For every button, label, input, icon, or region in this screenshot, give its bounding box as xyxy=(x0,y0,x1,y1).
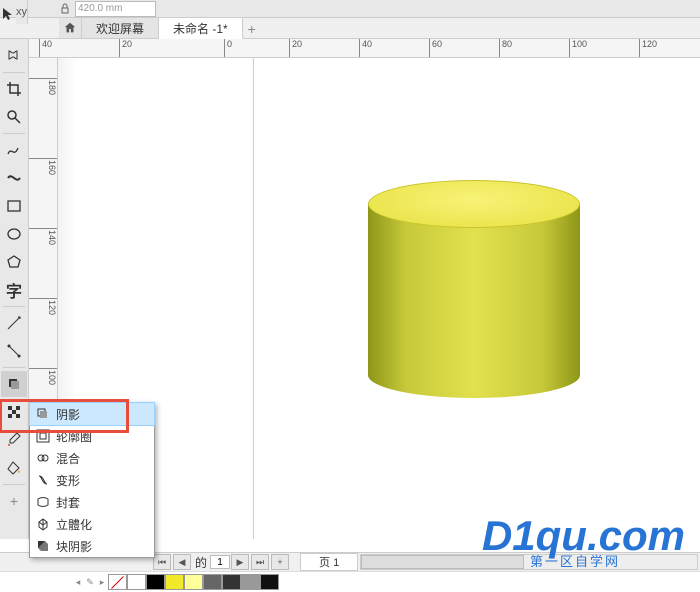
swatch-2[interactable] xyxy=(165,574,184,590)
cylinder-bottom xyxy=(368,352,580,398)
page-first-button[interactable]: ⏮ xyxy=(153,554,171,570)
swatch-6[interactable] xyxy=(241,574,260,590)
page-width-input[interactable] xyxy=(75,1,156,17)
swatch-none[interactable] xyxy=(108,574,127,590)
swatch-5[interactable] xyxy=(222,574,241,590)
transparency-tool[interactable] xyxy=(1,399,27,425)
eyedropper-tool[interactable] xyxy=(1,427,27,453)
home-button[interactable] xyxy=(59,18,82,38)
page-prev-button[interactable]: ◀ xyxy=(173,554,191,570)
flyout-envelope[interactable]: 封套 xyxy=(30,491,154,513)
xy-origin-label: xy xyxy=(16,0,28,24)
artistic-media-tool[interactable] xyxy=(1,165,27,191)
flyout-extrude[interactable]: 立體化 xyxy=(30,513,154,535)
page-edge xyxy=(253,58,254,539)
page-of-label: 的 xyxy=(195,554,207,571)
swatch-7[interactable] xyxy=(260,574,279,590)
freehand-pick-tool[interactable] xyxy=(1,43,27,69)
watermark: D1qu.com 第一区自学网 xyxy=(482,519,685,570)
page-number-input[interactable] xyxy=(210,555,230,569)
swatch-0[interactable] xyxy=(127,574,146,590)
page-last-button[interactable]: ⏭ xyxy=(251,554,269,570)
swatch-1[interactable] xyxy=(146,574,165,590)
page-next-button[interactable]: ▶ xyxy=(231,554,249,570)
palette-next[interactable]: ▸ xyxy=(96,577,108,588)
crop-tool[interactable] xyxy=(1,76,27,102)
connector-tool[interactable] xyxy=(1,338,27,364)
toolbox: 字 + xyxy=(0,39,29,539)
palette-prev[interactable]: ◂ xyxy=(72,577,84,588)
flyout-distort[interactable]: 变形 xyxy=(30,469,154,491)
flyout-blend[interactable]: 混合 xyxy=(30,447,154,469)
text-tool[interactable]: 字 xyxy=(1,277,27,303)
pick-tool[interactable] xyxy=(0,1,16,27)
options-tool[interactable]: + xyxy=(1,488,27,514)
freehand-tool[interactable] xyxy=(1,137,27,163)
lock-icon xyxy=(59,3,71,15)
tab-document[interactable]: 未命名 -1* xyxy=(159,18,243,39)
flyout-contour[interactable]: 轮廓圈 xyxy=(30,425,154,447)
flyout-shadow[interactable]: 阴影 xyxy=(30,403,154,425)
dimension-tool[interactable] xyxy=(1,310,27,336)
effects-flyout: 阴影 轮廓圈 混合 变形 封套 立體化 块阴影 xyxy=(29,402,155,558)
zoom-tool[interactable] xyxy=(1,104,27,130)
flyout-block-shadow[interactable]: 块阴影 xyxy=(30,535,154,557)
color-palette: ◂ ✎ ▸ xyxy=(0,571,700,592)
polygon-tool[interactable] xyxy=(1,249,27,275)
document-tabs: 欢迎屏幕 未命名 -1* + xyxy=(0,18,700,39)
cylinder-object[interactable] xyxy=(368,180,580,398)
swatch-4[interactable] xyxy=(203,574,222,590)
ruler-horizontal: 40 20 0 20 40 60 80 100 120 xyxy=(29,39,700,58)
ellipse-tool[interactable] xyxy=(1,221,27,247)
rectangle-tool[interactable] xyxy=(1,193,27,219)
page-tab-1[interactable]: 页 1 xyxy=(300,553,358,571)
drop-shadow-tool[interactable] xyxy=(1,371,27,397)
property-bar xyxy=(0,0,700,18)
tab-welcome[interactable]: 欢迎屏幕 xyxy=(82,18,159,38)
palette-dropper-icon[interactable]: ✎ xyxy=(84,577,96,588)
add-page-button[interactable]: + xyxy=(271,554,289,570)
cylinder-body xyxy=(368,203,580,375)
add-tab-button[interactable]: + xyxy=(243,20,261,38)
swatch-3[interactable] xyxy=(184,574,203,590)
fill-tool[interactable] xyxy=(1,455,27,481)
cylinder-top xyxy=(368,180,580,228)
